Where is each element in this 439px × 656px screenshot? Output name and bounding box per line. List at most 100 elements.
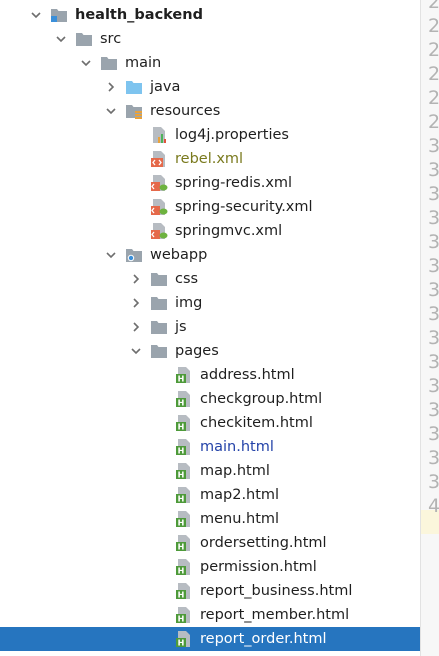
tree-item-label: img bbox=[175, 295, 203, 311]
tree-row-menu-html[interactable]: Hmenu.html bbox=[0, 507, 420, 531]
properties-file-icon bbox=[150, 126, 168, 144]
spring-xml-file-icon bbox=[150, 222, 168, 240]
tree-row-report-business-html[interactable]: Hreport_business.html bbox=[0, 579, 420, 603]
tree-row-css[interactable]: css bbox=[0, 267, 420, 291]
tree-row-springmvc-xml[interactable]: springmvc.xml bbox=[0, 219, 420, 243]
spring-xml-file-icon bbox=[150, 198, 168, 216]
chevron-right-icon[interactable] bbox=[130, 273, 142, 285]
tree-row-report-member-html[interactable]: Hreport_member.html bbox=[0, 603, 420, 627]
line-number: 3 bbox=[428, 183, 439, 205]
line-number: 2 bbox=[428, 39, 439, 61]
html-file-icon: H bbox=[175, 366, 193, 384]
spring-xml-file-icon bbox=[150, 174, 168, 192]
tree-row-main-html[interactable]: Hmain.html bbox=[0, 435, 420, 459]
folder-icon bbox=[100, 54, 118, 72]
html-file-icon: H bbox=[175, 630, 193, 648]
line-number: 2 bbox=[428, 0, 439, 13]
tree-row-rebel-xml[interactable]: rebel.xml bbox=[0, 147, 420, 171]
web-folder-icon bbox=[125, 246, 143, 264]
tree-row-js[interactable]: js bbox=[0, 315, 420, 339]
svg-text:H: H bbox=[178, 495, 185, 504]
source-folder-icon bbox=[125, 78, 143, 96]
chevron-down-icon[interactable] bbox=[30, 9, 42, 21]
xml-file-icon bbox=[150, 150, 168, 168]
html-file-icon: H bbox=[175, 582, 193, 600]
tree-item-label: rebel.xml bbox=[175, 151, 244, 167]
line-number: 3 bbox=[428, 351, 439, 373]
chevron-down-icon[interactable] bbox=[55, 33, 67, 45]
tree-item-label: map2.html bbox=[200, 487, 280, 503]
tree-item-label: checkitem.html bbox=[200, 415, 313, 431]
line-number: 3 bbox=[428, 327, 439, 349]
tree-row-webapp[interactable]: webapp bbox=[0, 243, 420, 267]
tree-item-label: springmvc.xml bbox=[175, 223, 283, 239]
line-number: 3 bbox=[428, 471, 439, 493]
editor-gutter: 2222223333333333333334 bbox=[420, 0, 439, 656]
tree-item-label: spring-redis.xml bbox=[175, 175, 293, 191]
html-file-icon: H bbox=[175, 558, 193, 576]
html-file-icon: H bbox=[175, 414, 193, 432]
tree-row-pages[interactable]: pages bbox=[0, 339, 420, 363]
tree-row-health-backend[interactable]: health_backend bbox=[0, 3, 420, 27]
line-number: 2 bbox=[428, 63, 439, 85]
tree-item-label: checkgroup.html bbox=[200, 391, 323, 407]
tree-item-label: address.html bbox=[200, 367, 295, 383]
tree-row-permission-html[interactable]: Hpermission.html bbox=[0, 555, 420, 579]
tree-row-report-order-html[interactable]: Hreport_order.html bbox=[0, 627, 420, 651]
line-number: 3 bbox=[428, 375, 439, 397]
svg-text:H: H bbox=[178, 591, 185, 600]
ide-window: health_backendsrc main java resources log4j.… bbox=[0, 0, 439, 656]
tree-item-label: report_order.html bbox=[200, 631, 327, 647]
tree-row-java[interactable]: java bbox=[0, 75, 420, 99]
html-file-icon: H bbox=[175, 510, 193, 528]
svg-text:H: H bbox=[178, 543, 185, 552]
svg-text:H: H bbox=[178, 447, 185, 456]
line-number: 3 bbox=[428, 399, 439, 421]
chevron-right-icon[interactable] bbox=[130, 297, 142, 309]
svg-text:H: H bbox=[178, 399, 185, 408]
tree-row-spring-security-xml[interactable]: spring-security.xml bbox=[0, 195, 420, 219]
resources-folder-icon bbox=[125, 102, 143, 120]
chevron-down-icon[interactable] bbox=[105, 105, 117, 117]
tree-row-address-html[interactable]: Haddress.html bbox=[0, 363, 420, 387]
tree-row-map2-html[interactable]: Hmap2.html bbox=[0, 483, 420, 507]
tree-item-label: health_backend bbox=[75, 7, 203, 23]
tree-item-label: ordersetting.html bbox=[200, 535, 327, 551]
tree-row-resources[interactable]: resources bbox=[0, 99, 420, 123]
folder-icon bbox=[150, 270, 168, 288]
tree-row-map-html[interactable]: Hmap.html bbox=[0, 459, 420, 483]
tree-row-checkitem-html[interactable]: Hcheckitem.html bbox=[0, 411, 420, 435]
tree-item-label: menu.html bbox=[200, 511, 280, 527]
tree-item-label: css bbox=[175, 271, 199, 287]
chevron-right-icon[interactable] bbox=[105, 81, 117, 93]
html-file-icon: H bbox=[175, 390, 193, 408]
line-number: 3 bbox=[428, 135, 439, 157]
tree-item-label: js bbox=[175, 319, 187, 335]
html-file-icon: H bbox=[175, 462, 193, 480]
module-folder-icon bbox=[50, 6, 68, 24]
svg-text:H: H bbox=[178, 519, 185, 528]
tree-item-label: java bbox=[150, 79, 181, 95]
tree-row-src[interactable]: src bbox=[0, 27, 420, 51]
tree-row-main[interactable]: main bbox=[0, 51, 420, 75]
html-file-icon: H bbox=[175, 606, 193, 624]
html-file-icon: H bbox=[175, 486, 193, 504]
chevron-right-icon[interactable] bbox=[130, 321, 142, 333]
tree-item-label: spring-security.xml bbox=[175, 199, 313, 215]
chevron-down-icon[interactable] bbox=[105, 249, 117, 261]
line-number: 2 bbox=[428, 111, 439, 133]
tree-row-log4j-properties[interactable]: log4j.properties bbox=[0, 123, 420, 147]
project-tree[interactable]: health_backendsrc main java resources log4j.… bbox=[0, 0, 420, 656]
tree-row-img[interactable]: img bbox=[0, 291, 420, 315]
tree-item-label: webapp bbox=[150, 247, 208, 263]
tree-item-label: resources bbox=[150, 103, 221, 119]
tree-item-label: main bbox=[125, 55, 162, 71]
tree-row-ordersetting-html[interactable]: Hordersetting.html bbox=[0, 531, 420, 555]
tree-item-label: map.html bbox=[200, 463, 270, 479]
tree-row-checkgroup-html[interactable]: Hcheckgroup.html bbox=[0, 387, 420, 411]
chevron-down-icon[interactable] bbox=[80, 57, 92, 69]
chevron-down-icon[interactable] bbox=[130, 345, 142, 357]
tree-row-spring-redis-xml[interactable]: spring-redis.xml bbox=[0, 171, 420, 195]
line-number: 3 bbox=[428, 231, 439, 253]
tree-item-label: report_business.html bbox=[200, 583, 353, 599]
